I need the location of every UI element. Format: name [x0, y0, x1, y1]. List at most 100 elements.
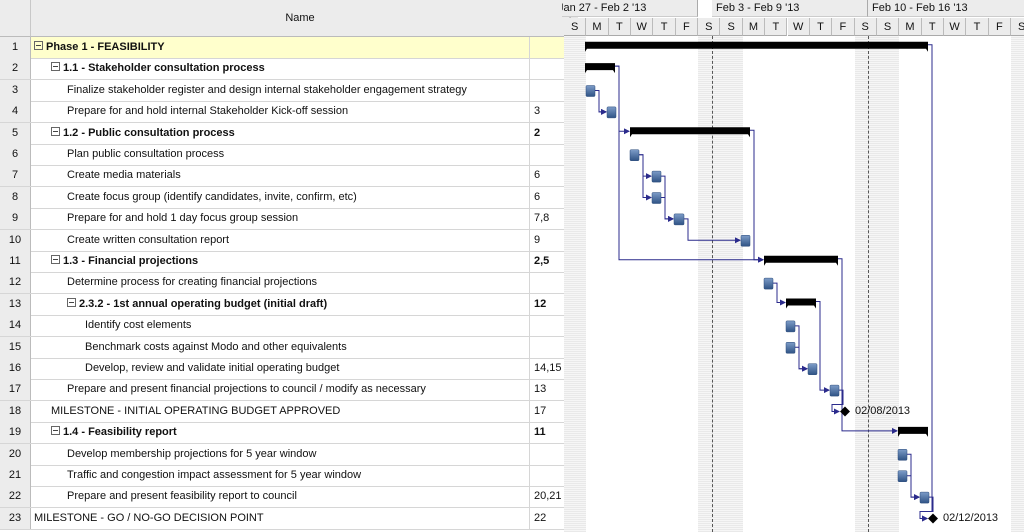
task-name-cell[interactable]: 1.3 - Financial projections	[31, 251, 530, 272]
table-row[interactable]: 1 Phase 1 - FEASIBILITY	[0, 37, 570, 59]
task-name-cell[interactable]: Phase 1 - FEASIBILITY	[31, 37, 530, 58]
task-name-cell[interactable]: Prepare for and hold 1 day focus group s…	[31, 208, 530, 230]
task-name-cell[interactable]: 1.1 - Stakeholder consultation process	[31, 58, 530, 80]
table-row[interactable]: 4 Prepare for and hold internal Stakehol…	[0, 101, 570, 124]
task-name: Identify cost elements	[85, 319, 192, 332]
task-bar[interactable]	[606, 106, 617, 119]
table-row[interactable]: 21 Traffic and congestion impact assessm…	[0, 465, 570, 487]
task-bar[interactable]	[763, 277, 774, 290]
task-name-cell[interactable]: Prepare for and hold internal Stakeholde…	[31, 101, 530, 123]
collapse-icon[interactable]	[34, 41, 43, 50]
row-number[interactable]: 20	[0, 443, 31, 465]
summary-bar[interactable]	[898, 426, 928, 437]
task-name-cell[interactable]: Plan public consultation process	[31, 144, 530, 165]
summary-bar[interactable]	[630, 127, 750, 138]
task-name-cell[interactable]: Create media materials	[31, 165, 530, 187]
row-number[interactable]: 2	[0, 58, 31, 80]
task-bar[interactable]	[897, 470, 908, 482]
table-row[interactable]: 22 Prepare and present feasibility repor…	[0, 486, 570, 509]
table-row[interactable]: 5 1.2 - Public consultation process 2	[0, 122, 570, 145]
row-number[interactable]: 10	[0, 229, 31, 251]
task-bar[interactable]	[919, 491, 930, 504]
task-bar[interactable]	[807, 363, 818, 375]
task-name-cell[interactable]: 1.4 - Feasibility report	[31, 422, 530, 444]
table-row[interactable]: 9 Prepare for and hold 1 day focus group…	[0, 208, 570, 231]
task-name-cell[interactable]: Prepare and present financial projection…	[31, 379, 530, 401]
milestone-diamond[interactable]	[928, 513, 938, 524]
task-name-cell[interactable]: 2.3.2 - 1st annual operating budget (ini…	[31, 293, 530, 315]
row-number[interactable]: 19	[0, 422, 31, 444]
table-row[interactable]: 18 MILESTONE - INITIAL OPERATING BUDGET …	[0, 400, 570, 423]
table-row[interactable]: 8 Create focus group (identify candidate…	[0, 186, 570, 209]
name-column-header[interactable]: Name	[31, 0, 570, 37]
task-name-cell[interactable]: Develop membership projections for 5 yea…	[31, 443, 530, 465]
task-name-cell[interactable]: Benchmark costs against Modo and other e…	[31, 336, 530, 358]
task-name-cell[interactable]: Traffic and congestion impact assessment…	[31, 465, 530, 486]
table-row[interactable]: 6 Plan public consultation process	[0, 144, 570, 166]
row-number[interactable]: 6	[0, 144, 31, 165]
milestone-date-label: 02/08/2013	[855, 404, 911, 417]
collapse-icon[interactable]	[51, 426, 60, 436]
table-row[interactable]: 10 Create written consultation report 9	[0, 229, 570, 252]
task-bar[interactable]	[629, 149, 640, 161]
row-number[interactable]: 4	[0, 101, 31, 123]
task-name-cell[interactable]: Finalize stakeholder register and design…	[31, 79, 530, 101]
row-number[interactable]: 3	[0, 79, 31, 101]
task-name-cell[interactable]: MILESTONE - INITIAL OPERATING BUDGET APP…	[31, 400, 530, 422]
table-row[interactable]: 7 Create media materials 6	[0, 165, 570, 188]
table-row[interactable]: 19 1.4 - Feasibility report 11	[0, 422, 570, 445]
row-number[interactable]: 7	[0, 165, 31, 187]
task-bar[interactable]	[585, 85, 596, 97]
task-name-cell[interactable]: Determine process for creating financial…	[31, 272, 530, 294]
row-number[interactable]: 5	[0, 122, 31, 144]
table-row[interactable]: 3 Finalize stakeholder register and desi…	[0, 79, 570, 102]
task-name-cell[interactable]: Develop, review and validate initial ope…	[31, 358, 530, 379]
task-name-cell[interactable]: Create focus group (identify candidates,…	[31, 186, 530, 208]
table-row[interactable]: 13 2.3.2 - 1st annual operating budget (…	[0, 293, 570, 316]
task-bar[interactable]	[829, 384, 840, 397]
row-number[interactable]: 15	[0, 336, 31, 358]
task-bar[interactable]	[785, 342, 796, 354]
task-name-cell[interactable]: Create written consultation report	[31, 229, 530, 251]
task-name-cell[interactable]: Identify cost elements	[31, 315, 530, 337]
task-bar[interactable]	[673, 213, 685, 226]
row-number[interactable]: 21	[0, 465, 31, 486]
collapse-icon[interactable]	[67, 297, 76, 307]
collapse-icon[interactable]	[51, 126, 60, 136]
table-row[interactable]: 17 Prepare and present financial project…	[0, 379, 570, 402]
row-number[interactable]: 16	[0, 358, 31, 379]
task-bar[interactable]	[651, 192, 662, 204]
row-number[interactable]: 1	[0, 37, 31, 58]
row-number[interactable]: 22	[0, 486, 31, 508]
row-number[interactable]: 8	[0, 186, 31, 208]
task-name-cell[interactable]: 1.2 - Public consultation process	[31, 122, 530, 144]
row-number[interactable]: 23	[0, 507, 31, 529]
summary-bar[interactable]	[786, 298, 816, 309]
row-number[interactable]: 17	[0, 379, 31, 401]
table-row[interactable]: 20 Develop membership projections for 5 …	[0, 443, 570, 466]
collapse-icon[interactable]	[51, 62, 60, 72]
summary-bar[interactable]	[585, 41, 928, 52]
table-row[interactable]: 16 Develop, review and validate initial …	[0, 358, 570, 380]
row-number[interactable]: 11	[0, 251, 31, 272]
collapse-icon[interactable]	[51, 255, 60, 264]
row-number[interactable]: 13	[0, 293, 31, 315]
table-row[interactable]: 12 Determine process for creating financ…	[0, 272, 570, 295]
task-name-cell[interactable]: Prepare and present feasibility report t…	[31, 486, 530, 508]
summary-bar[interactable]	[764, 255, 838, 266]
table-row[interactable]: 11 1.3 - Financial projections 2,5	[0, 251, 570, 273]
task-bar[interactable]	[651, 170, 662, 183]
summary-bar[interactable]	[585, 63, 615, 74]
task-bar[interactable]	[740, 235, 751, 247]
row-number[interactable]: 14	[0, 315, 31, 337]
table-row[interactable]: 14 Identify cost elements	[0, 315, 570, 338]
task-bar[interactable]	[897, 449, 908, 461]
task-bar[interactable]	[785, 320, 796, 333]
row-number[interactable]: 9	[0, 208, 31, 230]
table-row[interactable]: 15 Benchmark costs against Modo and othe…	[0, 336, 570, 359]
table-row[interactable]: 2 1.1 - Stakeholder consultation process	[0, 58, 570, 81]
table-row[interactable]: 23 MILESTONE - GO / NO-GO DECISION POINT…	[0, 507, 570, 530]
task-name-cell[interactable]: MILESTONE - GO / NO-GO DECISION POINT	[31, 507, 530, 529]
row-number[interactable]: 12	[0, 272, 31, 294]
row-number[interactable]: 18	[0, 400, 31, 422]
